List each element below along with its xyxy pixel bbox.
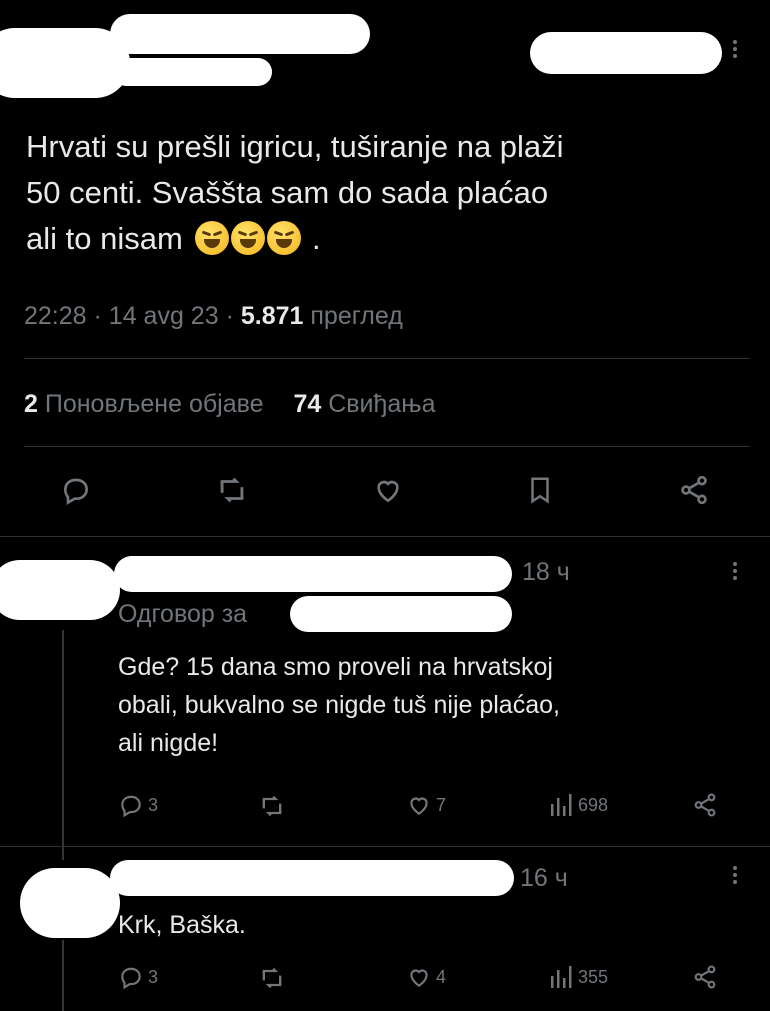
retweet-icon[interactable]	[210, 468, 254, 512]
views-icon	[551, 966, 572, 988]
views-icon	[551, 794, 572, 816]
reply-action-bar: 3 7 698	[118, 790, 738, 824]
tweet-text: Hrvati su prešli igricu, tuširanje na pl…	[26, 124, 756, 262]
divider	[0, 536, 770, 537]
likes-stat[interactable]: 74 Свиђања	[293, 390, 435, 418]
laughing-emoji-icon	[195, 221, 312, 256]
reply-text-line-2: obali, bukvalno se nigde tuš nije plaćao…	[118, 691, 560, 719]
redacted-reply-author[interactable]	[114, 556, 512, 592]
redacted-reply-avatar[interactable]	[20, 868, 120, 938]
reposts-stat[interactable]: 2 Поновљене објаве	[24, 390, 270, 418]
retweet-icon	[262, 967, 282, 989]
reply-text: Krk, Baška.	[118, 906, 738, 944]
redacted-replying-to-handle[interactable]	[290, 596, 512, 632]
tweet-stats: 2 Поновљене објаве 74 Свиђања	[24, 390, 436, 419]
likes-label: Свиђања	[328, 390, 436, 418]
retweet-icon	[262, 795, 282, 817]
tweet-text-line-1: Hrvati su prešli igricu, tuširanje na pl…	[26, 129, 564, 164]
reply-reply-button[interactable]: 3	[118, 964, 158, 990]
divider	[24, 358, 750, 359]
tweet-views-label: преглед	[310, 302, 403, 330]
reposts-label: Поновљене објаве	[44, 390, 264, 418]
reposts-count: 2	[24, 390, 38, 418]
reply-like-button[interactable]: 7	[406, 792, 446, 818]
divider	[24, 446, 750, 447]
share-icon	[694, 793, 716, 817]
like-icon	[410, 797, 428, 815]
reply-text-line-1: Krk, Baška.	[118, 911, 246, 939]
more-options-icon[interactable]	[733, 40, 739, 58]
redacted-display-name[interactable]	[110, 14, 370, 54]
reply-reply-count: 3	[148, 966, 159, 987]
reply-retweet-button[interactable]	[258, 964, 286, 997]
reply-reply-count: 3	[148, 794, 159, 815]
reply-retweet-button[interactable]	[258, 792, 286, 825]
redacted-handle[interactable]	[112, 58, 272, 86]
reply-text: Gde? 15 dana smo proveli na hrvatskoj ob…	[118, 648, 738, 762]
like-icon[interactable]	[366, 468, 410, 512]
reply-views-button[interactable]: 355	[550, 964, 608, 990]
tweet-meta: 22:28 · 14 avg 23 · 5.871 преглед	[24, 302, 403, 330]
reply-icon[interactable]	[54, 468, 98, 512]
share-icon	[694, 965, 716, 989]
reply-like-count: 7	[436, 794, 447, 815]
reply-like-button[interactable]: 4	[406, 964, 446, 990]
like-icon	[410, 969, 428, 987]
reply-more-options-icon[interactable]	[733, 562, 739, 580]
reply-time[interactable]: 16 ч	[520, 864, 568, 893]
reply-share-button[interactable]	[692, 964, 718, 995]
replying-to-label: Одговор за	[118, 600, 248, 628]
thread-line	[62, 630, 64, 860]
reply-like-count: 4	[436, 966, 447, 987]
divider	[0, 846, 770, 847]
thread-line	[62, 940, 64, 1011]
share-icon[interactable]	[672, 468, 716, 512]
reply-action-bar: 3 4 355	[118, 962, 738, 996]
tweet-date[interactable]: 14 avg 23	[109, 302, 219, 330]
reply-more-options-icon[interactable]	[733, 866, 739, 884]
reply-time[interactable]: 18 ч	[522, 558, 570, 587]
redacted-follow-button[interactable]	[530, 32, 722, 74]
reply-views-button[interactable]: 698	[550, 792, 608, 818]
reply-views-count: 355	[578, 966, 609, 987]
tweet-text-line-3: ali to nisam .	[26, 221, 321, 256]
reply-text-line-1: Gde? 15 dana smo proveli na hrvatskoj	[118, 653, 553, 681]
bookmark-icon[interactable]	[518, 468, 562, 512]
tweet-time[interactable]: 22:28	[24, 302, 87, 330]
likes-count: 74	[293, 390, 322, 418]
redacted-reply-author[interactable]	[110, 860, 514, 896]
reply-icon	[121, 795, 141, 818]
reply-reply-button[interactable]: 3	[118, 792, 158, 818]
tweet-views-count: 5.871	[240, 302, 304, 330]
reply-text-line-3: ali nigde!	[118, 729, 219, 757]
reply-icon	[121, 967, 141, 990]
tweet-text-line-2: 50 centi. Svaššta sam do sada plaćao	[26, 175, 549, 210]
redacted-reply-avatar[interactable]	[0, 560, 120, 620]
reply-share-button[interactable]	[692, 792, 718, 823]
reply-views-count: 698	[578, 794, 609, 815]
